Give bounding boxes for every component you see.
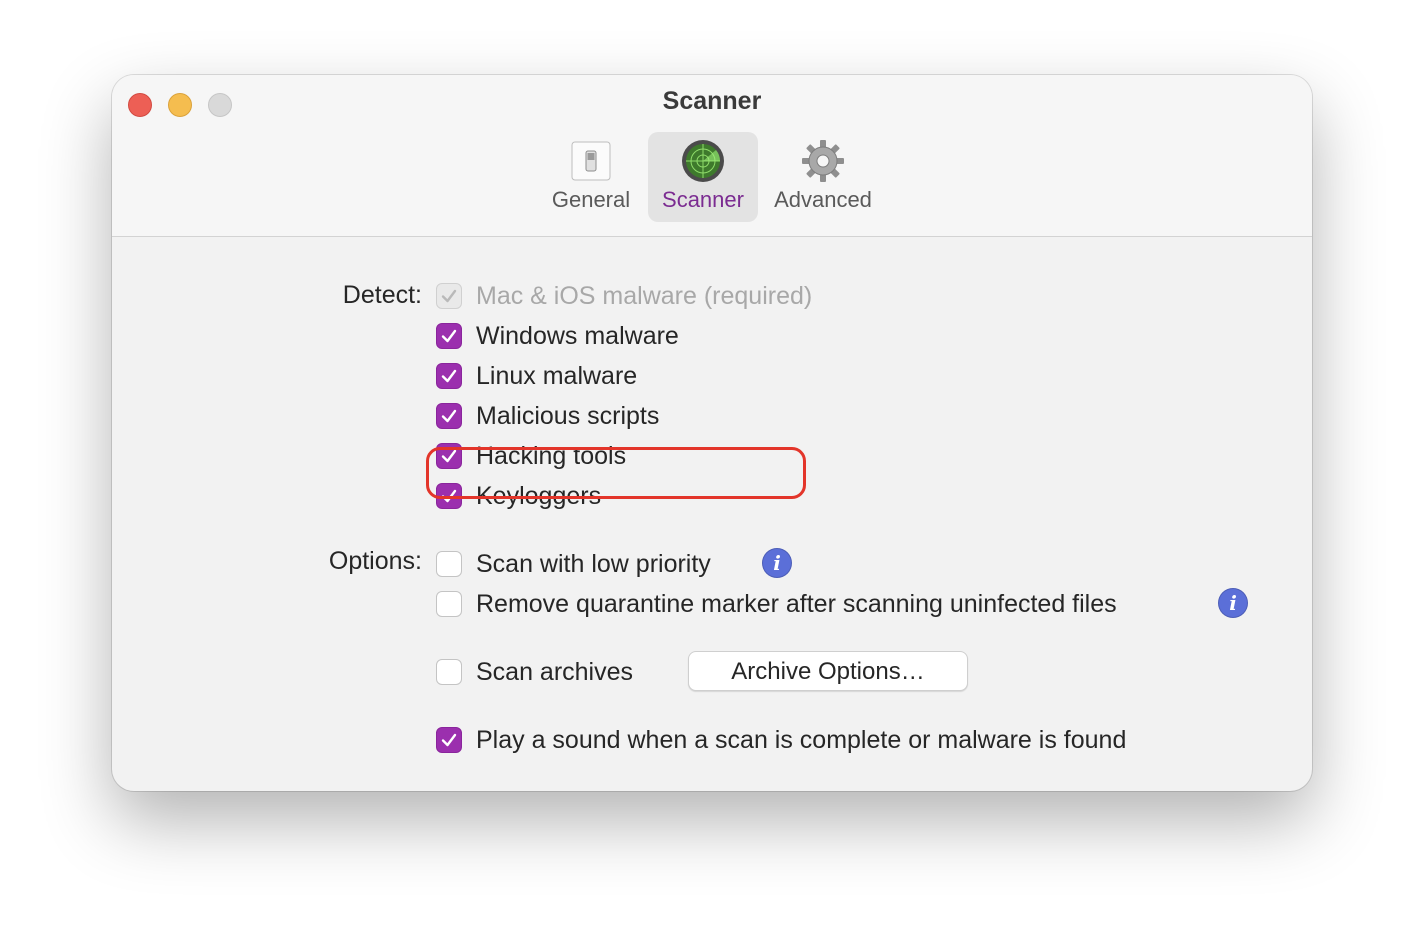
low-priority-info-icon[interactable]: i [762,548,792,578]
option-quarantine-row[interactable]: Remove quarantine marker after scanning … [436,587,1117,621]
window-title: Scanner [662,87,762,115]
detect-windows-checkbox[interactable] [436,323,462,349]
option-scan-archives-row[interactable]: Scan archives [436,655,633,689]
option-play-sound-label: Play a sound when a scan is complete or … [476,725,1127,754]
checkmark-icon [441,369,457,383]
title-bar: Scanner General Scanner Advanced [112,75,1312,237]
detect-mac-ios-checkbox[interactable] [436,283,462,309]
detect-mac-ios-label: Mac & iOS malware (required) [476,281,813,310]
gear-icon [802,140,844,182]
option-low-priority-checkbox[interactable] [436,551,462,577]
detect-scripts-checkbox[interactable] [436,403,462,429]
option-play-sound-checkbox[interactable] [436,727,462,753]
detect-scripts-row[interactable]: Malicious scripts [436,399,659,433]
preferences-window: Scanner General Scanner Advanced Detect:… [112,75,1312,791]
switch-icon [571,141,611,181]
option-scan-archives-checkbox[interactable] [436,659,462,685]
option-quarantine-label: Remove quarantine marker after scanning … [476,589,1117,618]
radar-icon [682,140,724,182]
checkmark-icon [441,329,457,343]
option-scan-archives-label: Scan archives [476,657,634,686]
checkmark-icon [441,733,457,747]
tab-advanced-label: Advanced [774,187,872,212]
scanner-settings-panel: Detect: Mac & iOS malware (required) Win… [112,237,1312,791]
detect-windows-label: Windows malware [476,321,679,350]
tab-advanced[interactable]: Advanced [764,132,882,222]
checkmark-icon [441,409,457,423]
option-quarantine-checkbox[interactable] [436,591,462,617]
detect-mac-ios-row[interactable]: Mac & iOS malware (required) [436,279,812,313]
detect-scripts-label: Malicious scripts [476,401,660,430]
detect-linux-checkbox[interactable] [436,363,462,389]
detect-windows-row[interactable]: Windows malware [436,319,679,353]
tab-general[interactable]: General [540,132,642,222]
options-label: Options: [328,547,422,575]
option-play-sound-row[interactable]: Play a sound when a scan is complete or … [436,723,1126,757]
tab-general-label: General [551,187,631,212]
quarantine-info-icon[interactable]: i [1218,588,1248,618]
archive-options-button[interactable]: Archive Options… [688,651,968,691]
tab-scanner[interactable]: Scanner [648,132,758,222]
option-low-priority-label: Scan with low priority [476,549,711,578]
checkmark-icon [441,289,457,303]
detect-linux-label: Linux malware [476,361,638,390]
detect-label: Detect: [342,281,422,309]
tab-scanner-label: Scanner [662,187,744,212]
option-low-priority-row[interactable]: Scan with low priority [436,547,711,581]
detect-linux-row[interactable]: Linux malware [436,359,637,393]
annotation-highlight-box [426,447,806,499]
